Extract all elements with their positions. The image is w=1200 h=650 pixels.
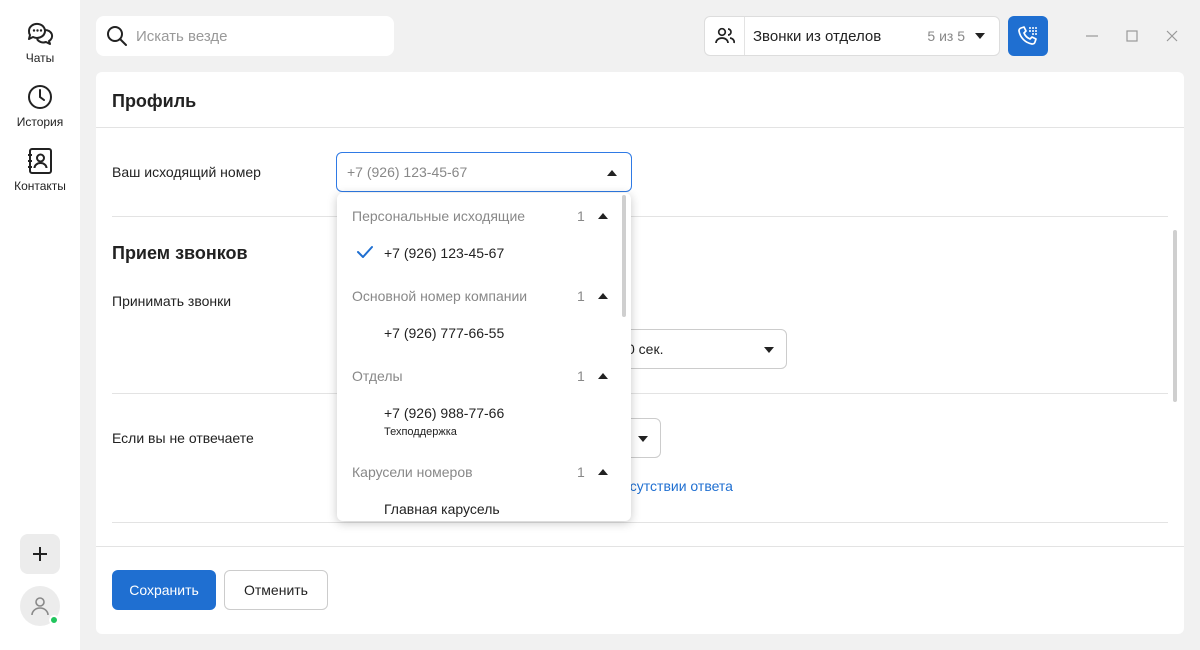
dropdown-group-header[interactable]: Карусели номеров 1 [337, 460, 623, 484]
dropdown-option[interactable]: +7 (926) 988-77-66 Техподдержка [337, 397, 623, 445]
clock-icon [28, 85, 52, 109]
minimize-button[interactable] [1082, 26, 1102, 46]
dropdown-group-name: Карусели номеров [352, 464, 473, 480]
outgoing-number-select[interactable]: +7 (926) 123-45-67 [336, 152, 632, 192]
dropdown-option[interactable]: +7 (926) 123-45-67 [337, 237, 623, 267]
dept-label: Звонки из отделов [753, 27, 882, 45]
save-button[interactable]: Сохранить [112, 570, 216, 610]
sidebar-item-contacts[interactable]: Контакты [0, 146, 80, 193]
sidebar-item-label: Контакты [14, 179, 66, 193]
caret-up-icon [598, 469, 608, 475]
add-button[interactable] [20, 534, 60, 574]
caret-down-icon [638, 436, 648, 442]
caret-up-icon [607, 170, 617, 176]
caret-up-icon [598, 373, 608, 379]
dropdown-group-header[interactable]: Основной номер компании 1 [337, 284, 623, 308]
plus-icon [33, 547, 47, 561]
sidebar-item-label: История [16, 115, 64, 129]
caret-down-icon [975, 33, 985, 39]
caret-up-icon [598, 293, 608, 299]
dropdown-group-count: 1 [577, 368, 585, 384]
outgoing-number-value: +7 (926) 123-45-67 [347, 164, 468, 180]
search-icon [107, 26, 127, 46]
close-icon [1166, 30, 1178, 42]
dropdown-group-name: Персональные исходящие [352, 208, 526, 224]
caret-up-icon [598, 213, 608, 219]
phone-dialpad-icon [1018, 26, 1037, 45]
dropdown-option[interactable]: Главная карусель [337, 493, 623, 521]
dept-count: 5 из 5 [927, 28, 965, 44]
receive-calls-title: Прием звонков [112, 243, 248, 263]
dropdown-group-name: Основной номер компании [352, 288, 528, 304]
dropdown-option-text: +7 (926) 777-66-55 [384, 325, 505, 341]
users-group-icon [714, 27, 735, 44]
accept-calls-label: Принимать звонки [112, 293, 232, 309]
maximize-button[interactable] [1122, 26, 1142, 46]
dropdown-option-text: Главная карусель [384, 501, 500, 517]
dropdown-group-count: 1 [577, 208, 585, 224]
card-header: Профиль [96, 72, 1184, 128]
dept-icon-wrap [705, 17, 745, 55]
call-button[interactable] [1008, 16, 1048, 56]
search-input[interactable] [136, 27, 376, 45]
no-answer-label: Если вы не отвечаете [112, 430, 254, 446]
dropdown-option-text: +7 (926) 988-77-66 [384, 405, 505, 421]
chat-bubbles-icon [27, 22, 54, 45]
minimize-icon [1086, 35, 1098, 37]
no-answer-settings-link[interactable]: гсутствии ответа [625, 478, 733, 494]
outgoing-number-label: Ваш исходящий номер [112, 164, 261, 180]
dropdown-option[interactable]: +7 (926) 777-66-55 [337, 317, 623, 347]
dropdown-scrollbar[interactable] [622, 195, 626, 317]
sidebar-item-history[interactable]: История [0, 82, 80, 129]
sidebar-item-label: Чаты [25, 51, 55, 65]
dropdown-group-count: 1 [577, 288, 585, 304]
divider [112, 393, 1168, 394]
checkmark-icon [357, 246, 373, 258]
dropdown-option-text: +7 (926) 123-45-67 [384, 245, 505, 261]
online-status-dot [49, 615, 59, 625]
outgoing-number-dropdown: Персональные исходящие 1 +7 (926) 123-45… [337, 193, 631, 521]
profile-card: Профиль Ваш исходящий номер +7 (926) 123… [96, 72, 1184, 634]
page-title: Профиль [112, 91, 197, 111]
maximize-icon [1126, 30, 1138, 42]
dropdown-group-name: Отделы [352, 368, 403, 384]
dropdown-group-header[interactable]: Отделы 1 [337, 364, 623, 388]
card-scrollbar[interactable] [1173, 230, 1177, 402]
dropdown-group-header[interactable]: Персональные исходящие 1 [337, 204, 623, 228]
search-bar[interactable] [96, 16, 394, 56]
divider [112, 522, 1168, 523]
dropdown-option-subtext: Техподдержка [384, 426, 457, 438]
cancel-button[interactable]: Отменить [224, 570, 328, 610]
user-icon [31, 597, 49, 616]
caret-down-icon [764, 347, 774, 353]
close-button[interactable] [1162, 26, 1182, 46]
contacts-book-icon [28, 148, 52, 174]
sidebar-item-chats[interactable]: Чаты [0, 18, 80, 65]
sidebar: Чаты История Контакты [0, 0, 80, 650]
footer-divider [96, 546, 1184, 547]
divider [112, 216, 1168, 217]
department-calls-select[interactable]: Звонки из отделов 5 из 5 [704, 16, 1000, 56]
dropdown-group-count: 1 [577, 464, 585, 480]
